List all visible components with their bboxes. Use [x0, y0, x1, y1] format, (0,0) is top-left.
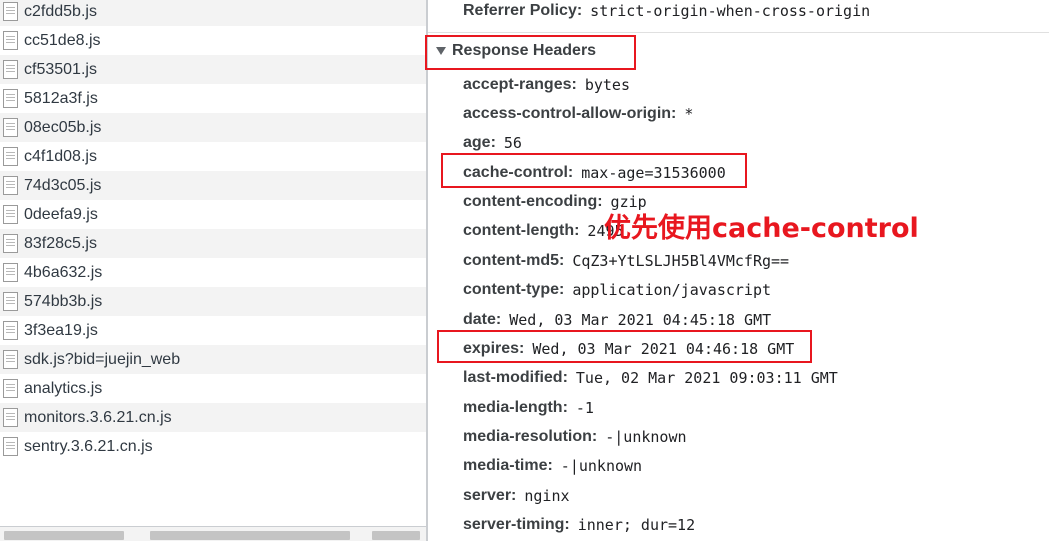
file-name: cc51de8.js [24, 31, 101, 49]
file-icon [3, 234, 18, 253]
file-icon [3, 437, 18, 456]
file-name: 4b6a632.js [24, 263, 103, 281]
header-row: age: 56 [463, 134, 522, 152]
header-row: content-md5: CqZ3+YtLSLJH5Bl4VMcfRg== [463, 252, 790, 270]
headers-pane: Referrer Policy: strict-origin-when-cros… [425, 0, 1049, 541]
header-value: bytes [584, 76, 630, 94]
header-value: * [684, 105, 694, 123]
header-row: date: Wed, 03 Mar 2021 04:45:18 GMT [463, 311, 772, 329]
header-name: last-modified [463, 369, 563, 386]
header-name: content-encoding [463, 193, 598, 210]
header-name: content-md5 [463, 252, 559, 269]
file-row[interactable]: analytics.js [0, 374, 426, 403]
header-value: -|unknown [605, 428, 687, 446]
file-name: 08ec05b.js [24, 118, 102, 136]
file-icon [3, 263, 18, 282]
file-row[interactable]: 83f28c5.js [0, 229, 426, 258]
file-row[interactable]: cc51de8.js [0, 26, 426, 55]
file-row[interactable]: 0deefa9.js [0, 200, 426, 229]
file-row[interactable]: monitors.3.6.21.cn.js [0, 403, 426, 432]
file-icon [3, 408, 18, 427]
file-icon [3, 147, 18, 166]
header-row: content-type: application/javascript [463, 281, 772, 299]
header-name: accept-ranges [463, 76, 572, 93]
file-name: c4f1d08.js [24, 147, 97, 165]
file-row[interactable]: sdk.js?bid=juejin_web [0, 345, 426, 374]
header-row: server: nginx [463, 487, 570, 505]
header-row: last-modified: Tue, 02 Mar 2021 09:03:11… [463, 369, 838, 387]
status-bar [0, 526, 426, 541]
header-name: server [463, 487, 512, 504]
file-row[interactable]: cf53501.js [0, 55, 426, 84]
file-name: c2fdd5b.js [24, 2, 97, 20]
file-row[interactable]: sentry.3.6.21.cn.js [0, 432, 426, 461]
file-name: monitors.3.6.21.cn.js [24, 408, 172, 426]
file-name: 3f3ea19.js [24, 321, 98, 339]
header-row: server-timing: inner; dur=12 [463, 516, 696, 534]
file-name: analytics.js [24, 379, 103, 397]
file-icon [3, 379, 18, 398]
file-icon [3, 176, 18, 195]
file-name: 83f28c5.js [24, 234, 97, 252]
header-value: strict-origin-when-cross-origin [590, 2, 871, 20]
header-name: access-control-allow-origin [463, 105, 672, 122]
header-name: media-time [463, 457, 548, 474]
file-icon [3, 60, 18, 79]
header-referrer-policy: Referrer Policy: strict-origin-when-cros… [463, 2, 871, 20]
highlight-box-response-headers [425, 35, 636, 70]
file-name: sentry.3.6.21.cn.js [24, 437, 153, 455]
file-name: 5812a3f.js [24, 89, 98, 107]
file-icon [3, 118, 18, 137]
file-name: sdk.js?bid=juejin_web [24, 350, 181, 368]
header-value: Wed, 03 Mar 2021 04:45:18 GMT [509, 311, 772, 329]
header-row: media-time: -|unknown [463, 457, 643, 475]
file-row[interactable]: 74d3c05.js [0, 171, 426, 200]
file-name: 574bb3b.js [24, 292, 103, 310]
file-icon [3, 205, 18, 224]
header-value: -1 [575, 399, 594, 417]
file-row[interactable]: 4b6a632.js [0, 258, 426, 287]
header-row: access-control-allow-origin: * [463, 105, 694, 123]
header-name: media-length [463, 399, 563, 416]
file-name: cf53501.js [24, 60, 97, 78]
header-value: Tue, 02 Mar 2021 09:03:11 GMT [575, 369, 838, 387]
file-icon [3, 321, 18, 340]
file-icon [3, 2, 18, 21]
header-value: nginx [524, 487, 570, 505]
header-value: CqZ3+YtLSLJH5Bl4VMcfRg== [572, 252, 790, 270]
header-name: content-type [463, 281, 559, 298]
header-row: media-resolution: -|unknown [463, 428, 687, 446]
header-name: date [463, 311, 496, 328]
header-value: 56 [503, 134, 522, 152]
header-name: age [463, 134, 491, 151]
annotation-text: 优先使用cache-control [604, 213, 919, 244]
header-row: media-length: -1 [463, 399, 594, 417]
highlight-box-cache-control [441, 153, 747, 188]
header-value: inner; dur=12 [577, 516, 696, 534]
file-name: 0deefa9.js [24, 205, 98, 223]
header-name: content-length [463, 222, 575, 239]
file-icon [3, 292, 18, 311]
file-row[interactable]: c2fdd5b.js [0, 0, 426, 26]
header-name: Referrer Policy [463, 2, 577, 19]
header-name: server-timing [463, 516, 565, 533]
file-row[interactable]: 5812a3f.js [0, 84, 426, 113]
file-icon [3, 31, 18, 50]
header-row: accept-ranges: bytes [463, 76, 630, 94]
request-file-list: c2fdd5b.js cc51de8.js cf53501.js 5812a3f… [0, 0, 426, 541]
file-row[interactable]: 574bb3b.js [0, 287, 426, 316]
file-row[interactable]: 08ec05b.js [0, 113, 426, 142]
highlight-box-expires [437, 330, 812, 363]
header-name: media-resolution [463, 428, 592, 445]
file-icon [3, 89, 18, 108]
file-icon [3, 350, 18, 369]
file-name: 74d3c05.js [24, 176, 102, 194]
file-row[interactable]: 3f3ea19.js [0, 316, 426, 345]
header-value: application/javascript [572, 281, 772, 299]
file-row[interactable]: c4f1d08.js [0, 142, 426, 171]
header-value: -|unknown [560, 457, 643, 475]
header-row: content-length: 2495 [463, 222, 624, 240]
